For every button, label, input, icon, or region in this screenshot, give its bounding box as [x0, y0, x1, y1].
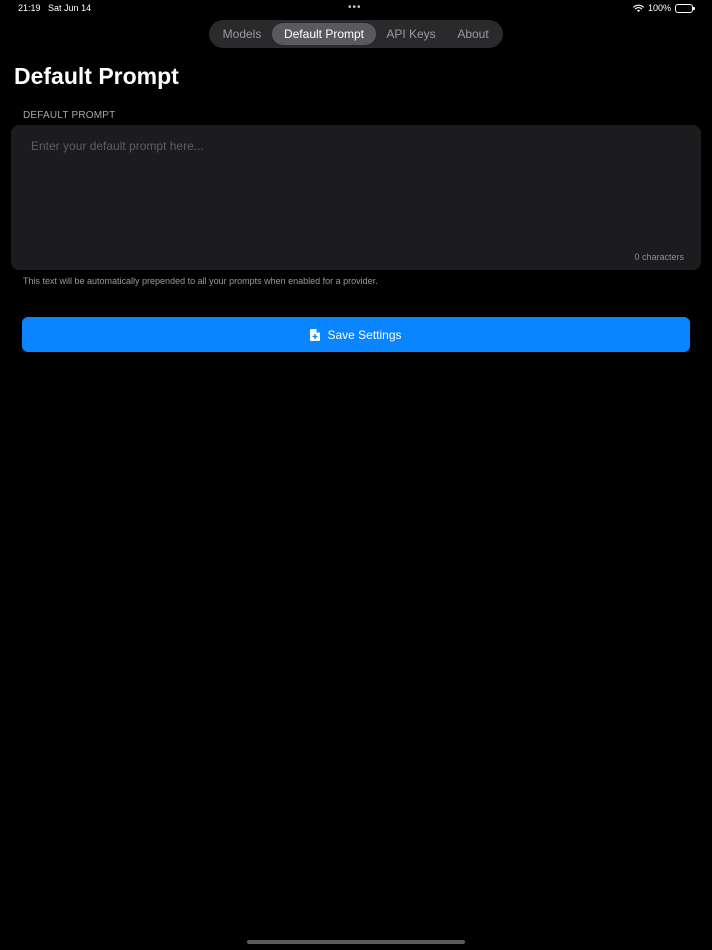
status-time: 21:19 Sat Jun 14: [18, 3, 91, 13]
battery-icon: [675, 3, 695, 13]
status-date: Sat Jun 14: [48, 3, 92, 13]
tab-default-prompt[interactable]: Default Prompt: [272, 23, 376, 45]
helper-text: This text will be automatically prepende…: [23, 276, 378, 286]
character-count: 0 characters: [634, 252, 684, 262]
status-right: 100%: [633, 3, 695, 13]
status-clock: 21:19: [18, 3, 41, 13]
default-prompt-input[interactable]: [11, 125, 701, 250]
tab-api-keys[interactable]: API Keys: [376, 23, 446, 45]
tab-about[interactable]: About: [446, 23, 500, 45]
save-button-label: Save Settings: [327, 327, 402, 342]
tab-segmented-control: Models Default Prompt API Keys About: [209, 20, 503, 48]
tab-models[interactable]: Models: [212, 23, 272, 45]
document-icon: [310, 328, 321, 341]
battery-percentage: 100%: [647, 3, 671, 13]
wifi-icon: [633, 4, 644, 12]
status-bar: 21:19 Sat Jun 14 ••• 100%: [0, 0, 712, 18]
prompt-card: 0 characters: [11, 125, 701, 270]
page-title: Default Prompt: [14, 63, 179, 89]
save-settings-button[interactable]: Save Settings: [22, 317, 690, 352]
section-label: DEFAULT PROMPT: [23, 110, 116, 121]
settings-screen: 21:19 Sat Jun 14 ••• 100% Models Default…: [0, 0, 712, 950]
home-indicator[interactable]: [247, 940, 465, 944]
multitasking-dots-icon[interactable]: •••: [348, 2, 362, 13]
